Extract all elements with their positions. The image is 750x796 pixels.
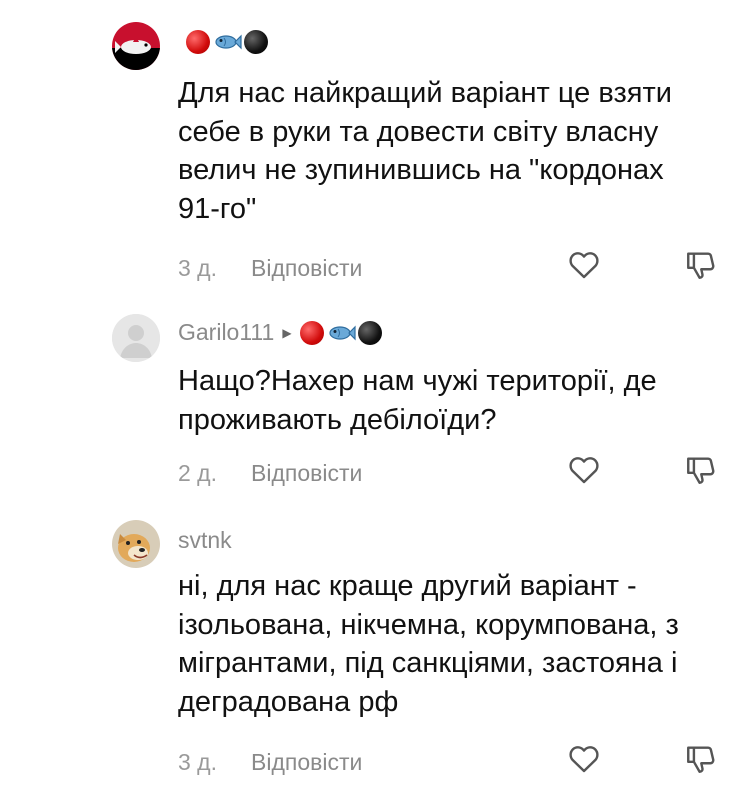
heart-icon [569,746,599,773]
comment-time: 3 д. [178,255,217,281]
comment-text: Для нас найкращий варіант це взяти себе … [178,77,672,225]
comment-meta: 2 д. Відповісти [178,460,362,487]
comment-meta: 3 д. Відповісти [178,255,362,282]
fish-avatar-icon [112,22,160,70]
thumbs-down-icon [687,457,715,484]
dog-avatar-icon [112,520,160,568]
flair-emojis [186,30,268,54]
fish-icon [328,325,356,340]
avatar[interactable] [112,520,160,568]
dislike-button[interactable] [684,742,718,776]
red-circle-icon [186,30,210,54]
flair-emojis [299,320,382,345]
comment-username[interactable]: svtnk [178,527,232,554]
like-button[interactable] [567,248,601,282]
reply-button[interactable]: Відповісти [251,749,362,776]
comment-meta: 3 д. Відповісти [178,749,362,776]
heart-icon [569,252,599,279]
avatar[interactable] [112,314,160,362]
dislike-button[interactable] [684,453,718,487]
comment-text: Нащо?Нахер нам чужі території, де прожив… [178,365,657,436]
fish-icon [215,34,242,50]
comment-time: 3 д. [178,749,217,775]
comment-text: ні, для нас краще другий варіант - ізоль… [178,570,679,718]
black-circle-icon [244,30,268,54]
like-button[interactable] [567,453,601,487]
comment-author[interactable] [178,30,268,54]
reply-button[interactable]: Відповісти [251,460,362,487]
reply-to-arrow-icon: ▶ [282,325,292,340]
avatar[interactable] [112,22,160,70]
thumbs-down-icon [687,252,715,279]
comment-time: 2 д. [178,460,217,486]
default-user-icon [112,314,160,362]
black-circle-icon [357,320,382,345]
like-button[interactable] [567,742,601,776]
comment-author[interactable]: svtnk [178,527,232,554]
heart-icon [569,457,599,484]
comment-author[interactable]: Garilo111 ▶ [178,319,382,346]
reply-button[interactable]: Відповісти [251,255,362,282]
thumbs-down-icon [687,746,715,773]
comment-username[interactable]: Garilo111 [178,319,274,346]
red-circle-icon [299,320,324,345]
dislike-button[interactable] [684,248,718,282]
